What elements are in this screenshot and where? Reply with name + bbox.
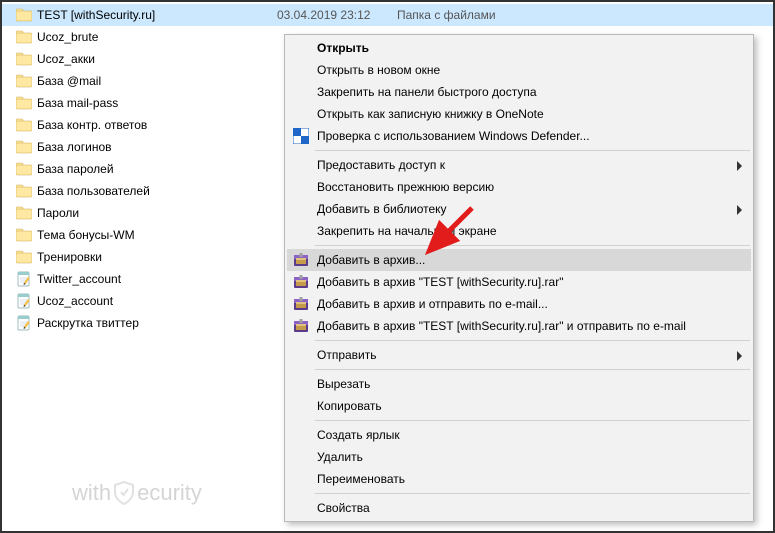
menu-item[interactable]: Копировать [287, 395, 751, 417]
menu-item-label: Закрепить на панели быстрого доступа [317, 85, 537, 99]
file-name: База паролей [37, 162, 277, 176]
menu-item-label: Отправить [317, 348, 377, 362]
menu-item[interactable]: Открыть в новом окне [287, 59, 751, 81]
file-name: Раскрутка твиттер [37, 316, 277, 330]
menu-item[interactable]: Восстановить прежнюю версию [287, 176, 751, 198]
menu-item-label: Копировать [317, 399, 382, 413]
menu-item-label: Удалить [317, 450, 363, 464]
menu-item-label: Восстановить прежнюю версию [317, 180, 494, 194]
folder-icon [16, 51, 32, 67]
menu-separator [315, 420, 750, 421]
folder-icon [16, 139, 32, 155]
file-name: База @mail [37, 74, 277, 88]
folder-icon [16, 227, 32, 243]
menu-item-label: Создать ярлык [317, 428, 400, 442]
menu-item[interactable]: Открыть [287, 37, 751, 59]
menu-item[interactable]: Вырезать [287, 373, 751, 395]
file-name: Ucoz_account [37, 294, 277, 308]
menu-item[interactable]: Добавить в библиотеку [287, 198, 751, 220]
menu-item-label: Добавить в архив... [317, 253, 425, 267]
note-icon [16, 293, 32, 309]
winrar-icon [293, 318, 309, 334]
file-type: Папка с файлами [397, 8, 496, 22]
menu-item-label: Открыть как записную книжку в OneNote [317, 107, 544, 121]
file-name: Тема бонусы-WM [37, 228, 277, 242]
menu-item[interactable]: Отправить [287, 344, 751, 366]
menu-item-label: Добавить в библиотеку [317, 202, 447, 216]
note-icon [16, 271, 32, 287]
submenu-arrow-icon [737, 350, 743, 364]
menu-item[interactable]: Проверка с использованием Windows Defend… [287, 125, 751, 147]
menu-item-label: Проверка с использованием Windows Defend… [317, 129, 590, 143]
folder-icon [16, 117, 32, 133]
file-row[interactable]: TEST [withSecurity.ru]03.04.2019 23:12Па… [2, 4, 773, 26]
watermark: withecurity [72, 480, 202, 506]
winrar-icon [293, 274, 309, 290]
menu-item-label: Закрепить на начальном экране [317, 224, 497, 238]
file-name: Ucoz_акки [37, 52, 277, 66]
menu-item[interactable]: Создать ярлык [287, 424, 751, 446]
menu-item[interactable]: Добавить в архив... [287, 249, 751, 271]
menu-item-label: Открыть в новом окне [317, 63, 440, 77]
file-name: Пароли [37, 206, 277, 220]
menu-separator [315, 493, 750, 494]
file-date: 03.04.2019 23:12 [277, 8, 397, 22]
file-name: База пользователей [37, 184, 277, 198]
menu-separator [315, 369, 750, 370]
menu-item-label: Добавить в архив "TEST [withSecurity.ru]… [317, 319, 686, 333]
menu-item[interactable]: Свойства [287, 497, 751, 519]
file-name: Тренировки [37, 250, 277, 264]
file-name: TEST [withSecurity.ru] [37, 8, 277, 22]
file-name: База логинов [37, 140, 277, 154]
folder-icon [16, 7, 32, 23]
winrar-icon [293, 252, 309, 268]
menu-item-label: Переименовать [317, 472, 405, 486]
folder-icon [16, 249, 32, 265]
folder-icon [16, 29, 32, 45]
defender-icon [293, 128, 309, 144]
folder-icon [16, 183, 32, 199]
menu-separator [315, 340, 750, 341]
file-name: База mail-pass [37, 96, 277, 110]
winrar-icon [293, 296, 309, 312]
menu-separator [315, 245, 750, 246]
submenu-arrow-icon [737, 160, 743, 174]
menu-item-label: Открыть [317, 41, 369, 55]
menu-item[interactable]: Добавить в архив и отправить по e-mail..… [287, 293, 751, 315]
note-icon [16, 315, 32, 331]
submenu-arrow-icon [737, 204, 743, 218]
folder-icon [16, 161, 32, 177]
context-menu: Открыть Открыть в новом окне Закрепить на … [284, 34, 754, 522]
menu-item-label: Предоставить доступ к [317, 158, 445, 172]
menu-item[interactable]: Предоставить доступ к [287, 154, 751, 176]
menu-item[interactable]: Открыть как записную книжку в OneNote [287, 103, 751, 125]
menu-separator [315, 150, 750, 151]
file-name: Ucoz_brute [37, 30, 277, 44]
menu-item-label: Вырезать [317, 377, 370, 391]
menu-item-label: Добавить в архив и отправить по e-mail..… [317, 297, 548, 311]
menu-item[interactable]: Закрепить на панели быстрого доступа [287, 81, 751, 103]
menu-item-label: Добавить в архив "TEST [withSecurity.ru]… [317, 275, 563, 289]
file-name: Twitter_account [37, 272, 277, 286]
menu-item[interactable]: Добавить в архив "TEST [withSecurity.ru]… [287, 271, 751, 293]
menu-item-label: Свойства [317, 501, 370, 515]
menu-item[interactable]: Переименовать [287, 468, 751, 490]
menu-item[interactable]: Удалить [287, 446, 751, 468]
folder-icon [16, 95, 32, 111]
file-name: База контр. ответов [37, 118, 277, 132]
folder-icon [16, 205, 32, 221]
folder-icon [16, 73, 32, 89]
menu-item[interactable]: Добавить в архив "TEST [withSecurity.ru]… [287, 315, 751, 337]
menu-item[interactable]: Закрепить на начальном экране [287, 220, 751, 242]
